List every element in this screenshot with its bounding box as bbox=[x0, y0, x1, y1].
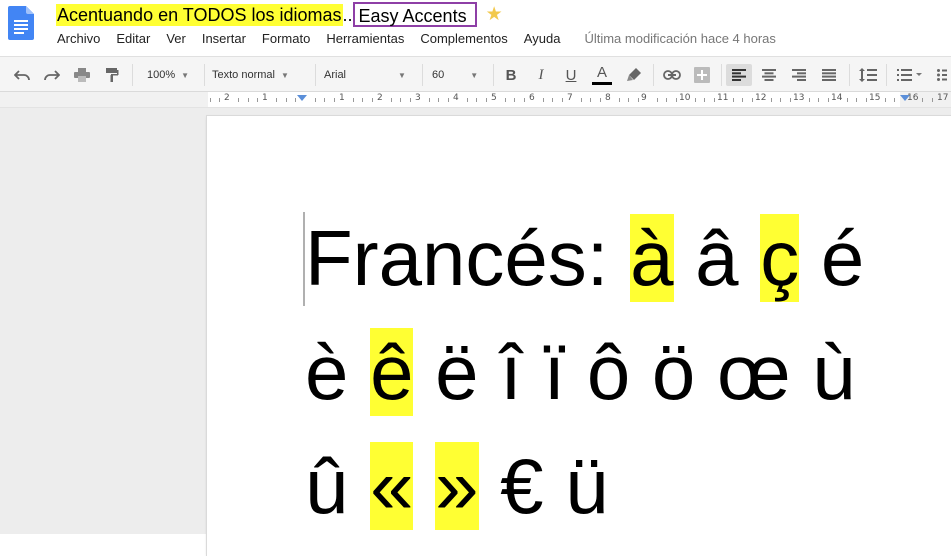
highlighted-accent: « bbox=[370, 442, 414, 530]
ruler-number: 2 bbox=[224, 93, 230, 103]
menu-ayuda[interactable]: Ayuda bbox=[524, 30, 561, 48]
star-icon[interactable]: ★ bbox=[486, 4, 503, 26]
align-justify-icon[interactable] bbox=[816, 64, 842, 86]
bulleted-list-icon[interactable] bbox=[934, 64, 950, 86]
doc-text: â bbox=[673, 214, 761, 302]
text-color-swatch bbox=[592, 81, 612, 85]
zoom-value: 100% bbox=[146, 69, 176, 81]
chevron-down-icon: ▼ bbox=[398, 70, 406, 80]
document-canvas[interactable]: Francés: à â ç é è ê ë î ï ô ö œ ù û « »… bbox=[0, 108, 951, 556]
style-dropdown[interactable]: Texto normal ▼ bbox=[212, 64, 308, 86]
last-modified-link[interactable]: Última modificación hace 4 horas bbox=[584, 30, 775, 48]
line-spacing-icon[interactable] bbox=[856, 64, 880, 86]
bold-button[interactable]: B bbox=[500, 64, 522, 86]
ruler-number: 14 bbox=[831, 93, 843, 103]
document-title[interactable]: Acentuando en TODOS los idiomas bbox=[56, 4, 343, 26]
doc-text: û bbox=[305, 442, 371, 530]
style-value: Texto normal bbox=[212, 69, 275, 81]
undo-icon[interactable] bbox=[10, 64, 34, 86]
toolbar: 100% ▼ Texto normal ▼ Arial ▼ 60 ▼ B I U A bbox=[0, 56, 951, 92]
ruler-number: 8 bbox=[605, 93, 611, 103]
menu-insertar[interactable]: Insertar bbox=[202, 30, 246, 48]
doc-text: Francés: bbox=[305, 214, 631, 302]
ruler-number: 6 bbox=[529, 93, 535, 103]
ruler-number: 2 bbox=[377, 93, 383, 103]
ruler-number: 9 bbox=[641, 93, 647, 103]
addon-name-box: Easy Accents bbox=[352, 1, 477, 27]
ruler-number: 11 bbox=[717, 93, 729, 103]
link-icon[interactable] bbox=[660, 64, 684, 86]
chevron-down-icon: ▼ bbox=[280, 70, 289, 80]
zoom-dropdown[interactable]: 100% ▼ bbox=[140, 64, 196, 86]
italic-button[interactable]: I bbox=[530, 64, 552, 86]
highlighted-accent: » bbox=[435, 442, 479, 530]
document-line-2[interactable]: è ê ë î ï ô ö œ ù bbox=[305, 322, 856, 422]
align-center-icon[interactable] bbox=[756, 64, 782, 86]
align-left-icon[interactable] bbox=[726, 64, 752, 86]
font-size-dropdown[interactable]: 60 ▼ bbox=[432, 64, 488, 86]
highlighted-accent: ê bbox=[370, 328, 414, 416]
highlighted-accent: ç bbox=[760, 214, 800, 302]
ruler-number: 5 bbox=[491, 93, 497, 103]
ruler-number: 16 bbox=[907, 93, 919, 103]
insert-comment-icon[interactable] bbox=[690, 64, 714, 86]
title-row: Acentuando en TODOS los idiomas .. Easy … bbox=[56, 1, 503, 28]
google-docs-icon[interactable] bbox=[8, 6, 34, 40]
doc-text: è bbox=[305, 328, 371, 416]
text-color-button[interactable]: A bbox=[590, 64, 614, 86]
menu-formato[interactable]: Formato bbox=[262, 30, 310, 48]
doc-text: € ü bbox=[478, 442, 609, 530]
menu-bar: Archivo Editar Ver Insertar Formato Herr… bbox=[57, 30, 776, 48]
font-value: Arial bbox=[324, 69, 347, 81]
numbered-list-icon[interactable] bbox=[893, 64, 927, 86]
doc-text: é bbox=[799, 214, 865, 302]
text-color-label: A bbox=[596, 63, 607, 81]
ruler-number: 1 bbox=[339, 93, 345, 103]
document-line-3[interactable]: û « » € ü bbox=[305, 436, 609, 536]
font-size-value: 60 bbox=[432, 69, 445, 81]
highlighted-accent: à bbox=[630, 214, 674, 302]
doc-text: ë î ï ô ö œ ù bbox=[413, 328, 856, 416]
menu-ver[interactable]: Ver bbox=[166, 30, 186, 48]
ruler-number: 4 bbox=[453, 93, 459, 103]
redo-icon[interactable] bbox=[40, 64, 64, 86]
document-line-1[interactable]: Francés: à â ç é bbox=[305, 208, 864, 308]
doc-text bbox=[413, 442, 435, 530]
ruler-number: 17 bbox=[937, 93, 949, 103]
print-icon[interactable] bbox=[70, 64, 94, 86]
align-right-icon[interactable] bbox=[786, 64, 812, 86]
ruler-number: 1 bbox=[262, 93, 268, 103]
paint-format-icon[interactable] bbox=[100, 64, 124, 86]
ruler: 2 1 1 2 3 4 5 6 7 8 9 10 11 12 13 14 15 … bbox=[0, 92, 951, 108]
chevron-down-icon: ▼ bbox=[470, 70, 479, 80]
ruler-number: 12 bbox=[755, 93, 767, 103]
ruler-number: 7 bbox=[567, 93, 573, 103]
menu-herramientas[interactable]: Herramientas bbox=[326, 30, 404, 48]
header: Acentuando en TODOS los idiomas .. Easy … bbox=[0, 0, 951, 56]
highlight-color-icon[interactable] bbox=[622, 64, 646, 86]
ruler-number: 15 bbox=[869, 93, 881, 103]
document-page[interactable]: Francés: à â ç é è ê ë î ï ô ö œ ù û « »… bbox=[207, 116, 951, 556]
font-dropdown[interactable]: Arial ▼ bbox=[324, 64, 414, 86]
left-indent-marker[interactable] bbox=[297, 95, 307, 101]
underline-button[interactable]: U bbox=[560, 64, 582, 86]
ruler-number: 10 bbox=[679, 93, 691, 103]
menu-editar[interactable]: Editar bbox=[116, 30, 150, 48]
title-separator: .. bbox=[342, 5, 353, 25]
menu-complementos[interactable]: Complementos bbox=[420, 30, 507, 48]
chevron-down-icon: ▼ bbox=[181, 70, 190, 80]
menu-archivo[interactable]: Archivo bbox=[57, 30, 100, 48]
ruler-number: 3 bbox=[415, 93, 421, 103]
ruler-number: 13 bbox=[793, 93, 805, 103]
